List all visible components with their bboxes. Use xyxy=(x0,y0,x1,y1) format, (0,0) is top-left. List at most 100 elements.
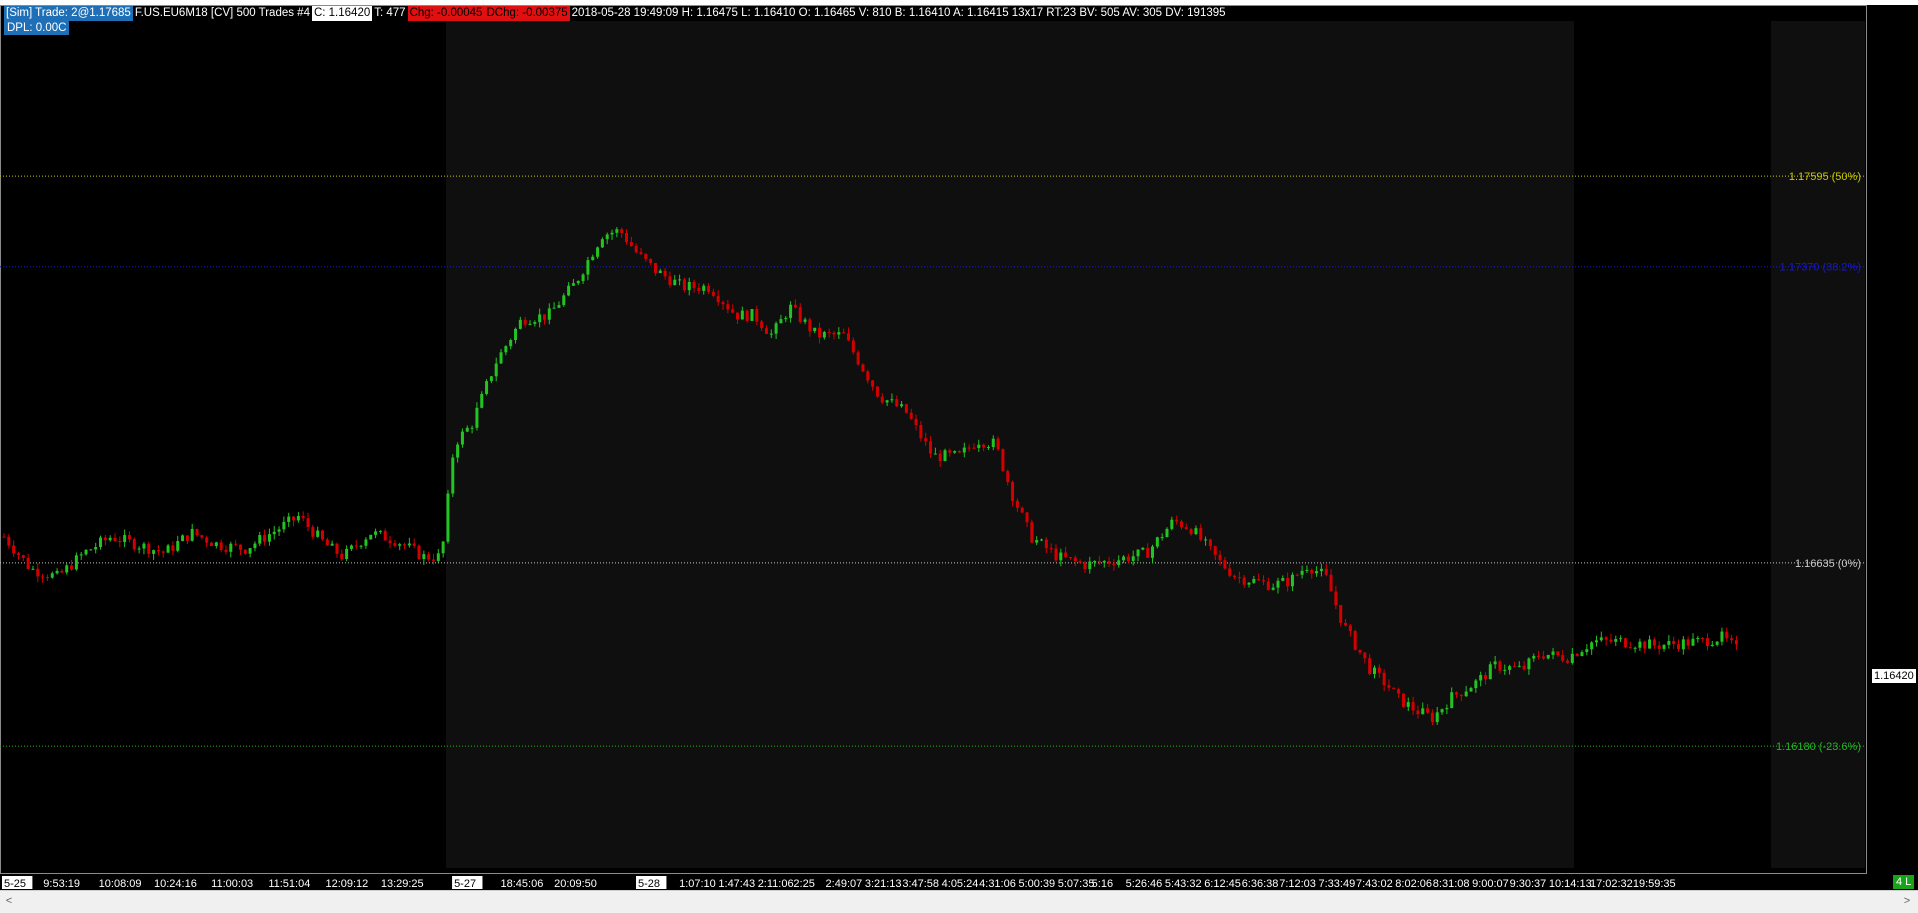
candle-body xyxy=(779,319,783,324)
candle-body xyxy=(1242,577,1246,585)
fib-label: 1.17370 (38.2%) xyxy=(1780,262,1861,274)
candle-body xyxy=(1599,637,1603,641)
candle-body xyxy=(991,438,995,448)
candle-body xyxy=(924,438,928,442)
candle-body xyxy=(1705,638,1709,646)
time-label: 11:00:03 xyxy=(211,878,253,890)
candle-body xyxy=(827,332,831,334)
candle-body xyxy=(769,333,773,335)
candle-body xyxy=(1155,537,1159,547)
date-marker-label: 5-25 xyxy=(4,878,26,890)
candle-body xyxy=(1377,667,1381,673)
horizontal-scrollbar[interactable]: < > xyxy=(0,890,1918,913)
candle-body xyxy=(1290,574,1294,587)
candle-body xyxy=(726,304,730,310)
candle-body xyxy=(1421,708,1425,715)
time-label: 5:07:35 xyxy=(1058,878,1095,890)
candle-body xyxy=(1257,579,1261,581)
candle-body xyxy=(1440,709,1444,713)
candle-body xyxy=(1397,689,1401,694)
candle-body xyxy=(156,550,160,552)
candle-body xyxy=(1107,561,1111,564)
time-label: 2:11:06 xyxy=(758,878,794,890)
candle-body xyxy=(615,229,619,233)
candle-body xyxy=(388,540,392,544)
candle-body xyxy=(127,535,131,540)
close-label: C: 1.16420 xyxy=(311,5,373,21)
candle-body xyxy=(1483,675,1487,680)
candle-body xyxy=(1411,702,1415,711)
candle-body xyxy=(996,438,1000,450)
candle-body xyxy=(1493,661,1497,665)
candle-body xyxy=(422,554,426,559)
candle-body xyxy=(890,399,894,401)
candle-body xyxy=(292,516,296,521)
candle-body xyxy=(1131,556,1135,561)
candle-body xyxy=(460,431,464,445)
candle-body xyxy=(542,314,546,320)
candle-body xyxy=(451,457,455,494)
session-shade-1 xyxy=(446,21,1574,868)
candle-body xyxy=(238,544,242,550)
price-chart[interactable]: 1.17595 (50%) 1.17370 (38.2%) 1.16635 (0%)… xyxy=(0,0,1918,912)
candle-body xyxy=(687,281,691,291)
scroll-right-icon[interactable]: > xyxy=(1900,894,1914,908)
candle-body xyxy=(1160,537,1164,539)
candle-body xyxy=(65,565,69,573)
candle-body xyxy=(349,545,353,549)
candle-body xyxy=(1179,521,1183,528)
candle-body xyxy=(431,559,435,561)
candle-body xyxy=(1044,539,1048,549)
candle-body xyxy=(649,258,653,263)
candle-body xyxy=(1503,669,1507,671)
candle-body xyxy=(118,540,122,543)
candle-body xyxy=(108,537,112,541)
candle-body xyxy=(1730,638,1734,641)
candle-body xyxy=(1382,672,1386,686)
candle-body xyxy=(36,568,40,577)
sim-trade-label[interactable]: [Sim] Trade: 2@1.17685 xyxy=(4,5,133,21)
candle-body xyxy=(557,305,561,308)
candle-body xyxy=(509,340,513,347)
candle-body xyxy=(485,381,489,394)
candle-body xyxy=(562,295,566,306)
scroll-left-icon[interactable]: < xyxy=(2,894,16,908)
candle-body xyxy=(277,529,281,532)
candle-body xyxy=(1445,707,1449,710)
candle-body xyxy=(1228,568,1232,576)
candle-body xyxy=(123,535,127,543)
candle-body xyxy=(625,232,629,243)
candle-body xyxy=(567,285,571,296)
candle-body xyxy=(1527,658,1531,670)
time-label: 9:53:19 xyxy=(43,878,80,890)
candle-body xyxy=(267,534,271,542)
candle-body xyxy=(229,543,233,552)
candle-body xyxy=(94,547,98,550)
candle-body xyxy=(301,516,305,519)
candle-body xyxy=(1339,605,1343,623)
candle-body xyxy=(1677,644,1681,650)
dpl-label: DPL: 0.00C xyxy=(4,21,70,35)
header-bar: [Sim] Trade: 2@1.17685 F.US.EU6M18 [CV] … xyxy=(4,5,1228,21)
time-label: 12:09:12 xyxy=(325,878,368,890)
candle-body xyxy=(702,285,706,291)
candle-body xyxy=(1455,692,1459,695)
candle-body xyxy=(1406,702,1410,707)
candle-body xyxy=(943,450,947,461)
candle-body xyxy=(982,444,986,448)
time-label: 7:33:49 xyxy=(1318,878,1355,890)
time-label: 5:26:46 xyxy=(1126,878,1163,890)
candle-body xyxy=(1604,637,1608,640)
candle-body xyxy=(668,276,672,286)
candle-body xyxy=(70,565,74,570)
time-label: 1:47:43 xyxy=(718,878,755,890)
status-badge: 4 L xyxy=(1893,875,1915,889)
candle-body xyxy=(707,285,711,292)
candle-body xyxy=(948,450,952,453)
candle-body xyxy=(1126,556,1130,561)
candle-body xyxy=(1614,638,1618,642)
candle-body xyxy=(417,545,421,559)
candle-body xyxy=(1585,649,1589,653)
candle-body xyxy=(866,371,870,381)
time-label: 5:16 xyxy=(1092,878,1113,890)
